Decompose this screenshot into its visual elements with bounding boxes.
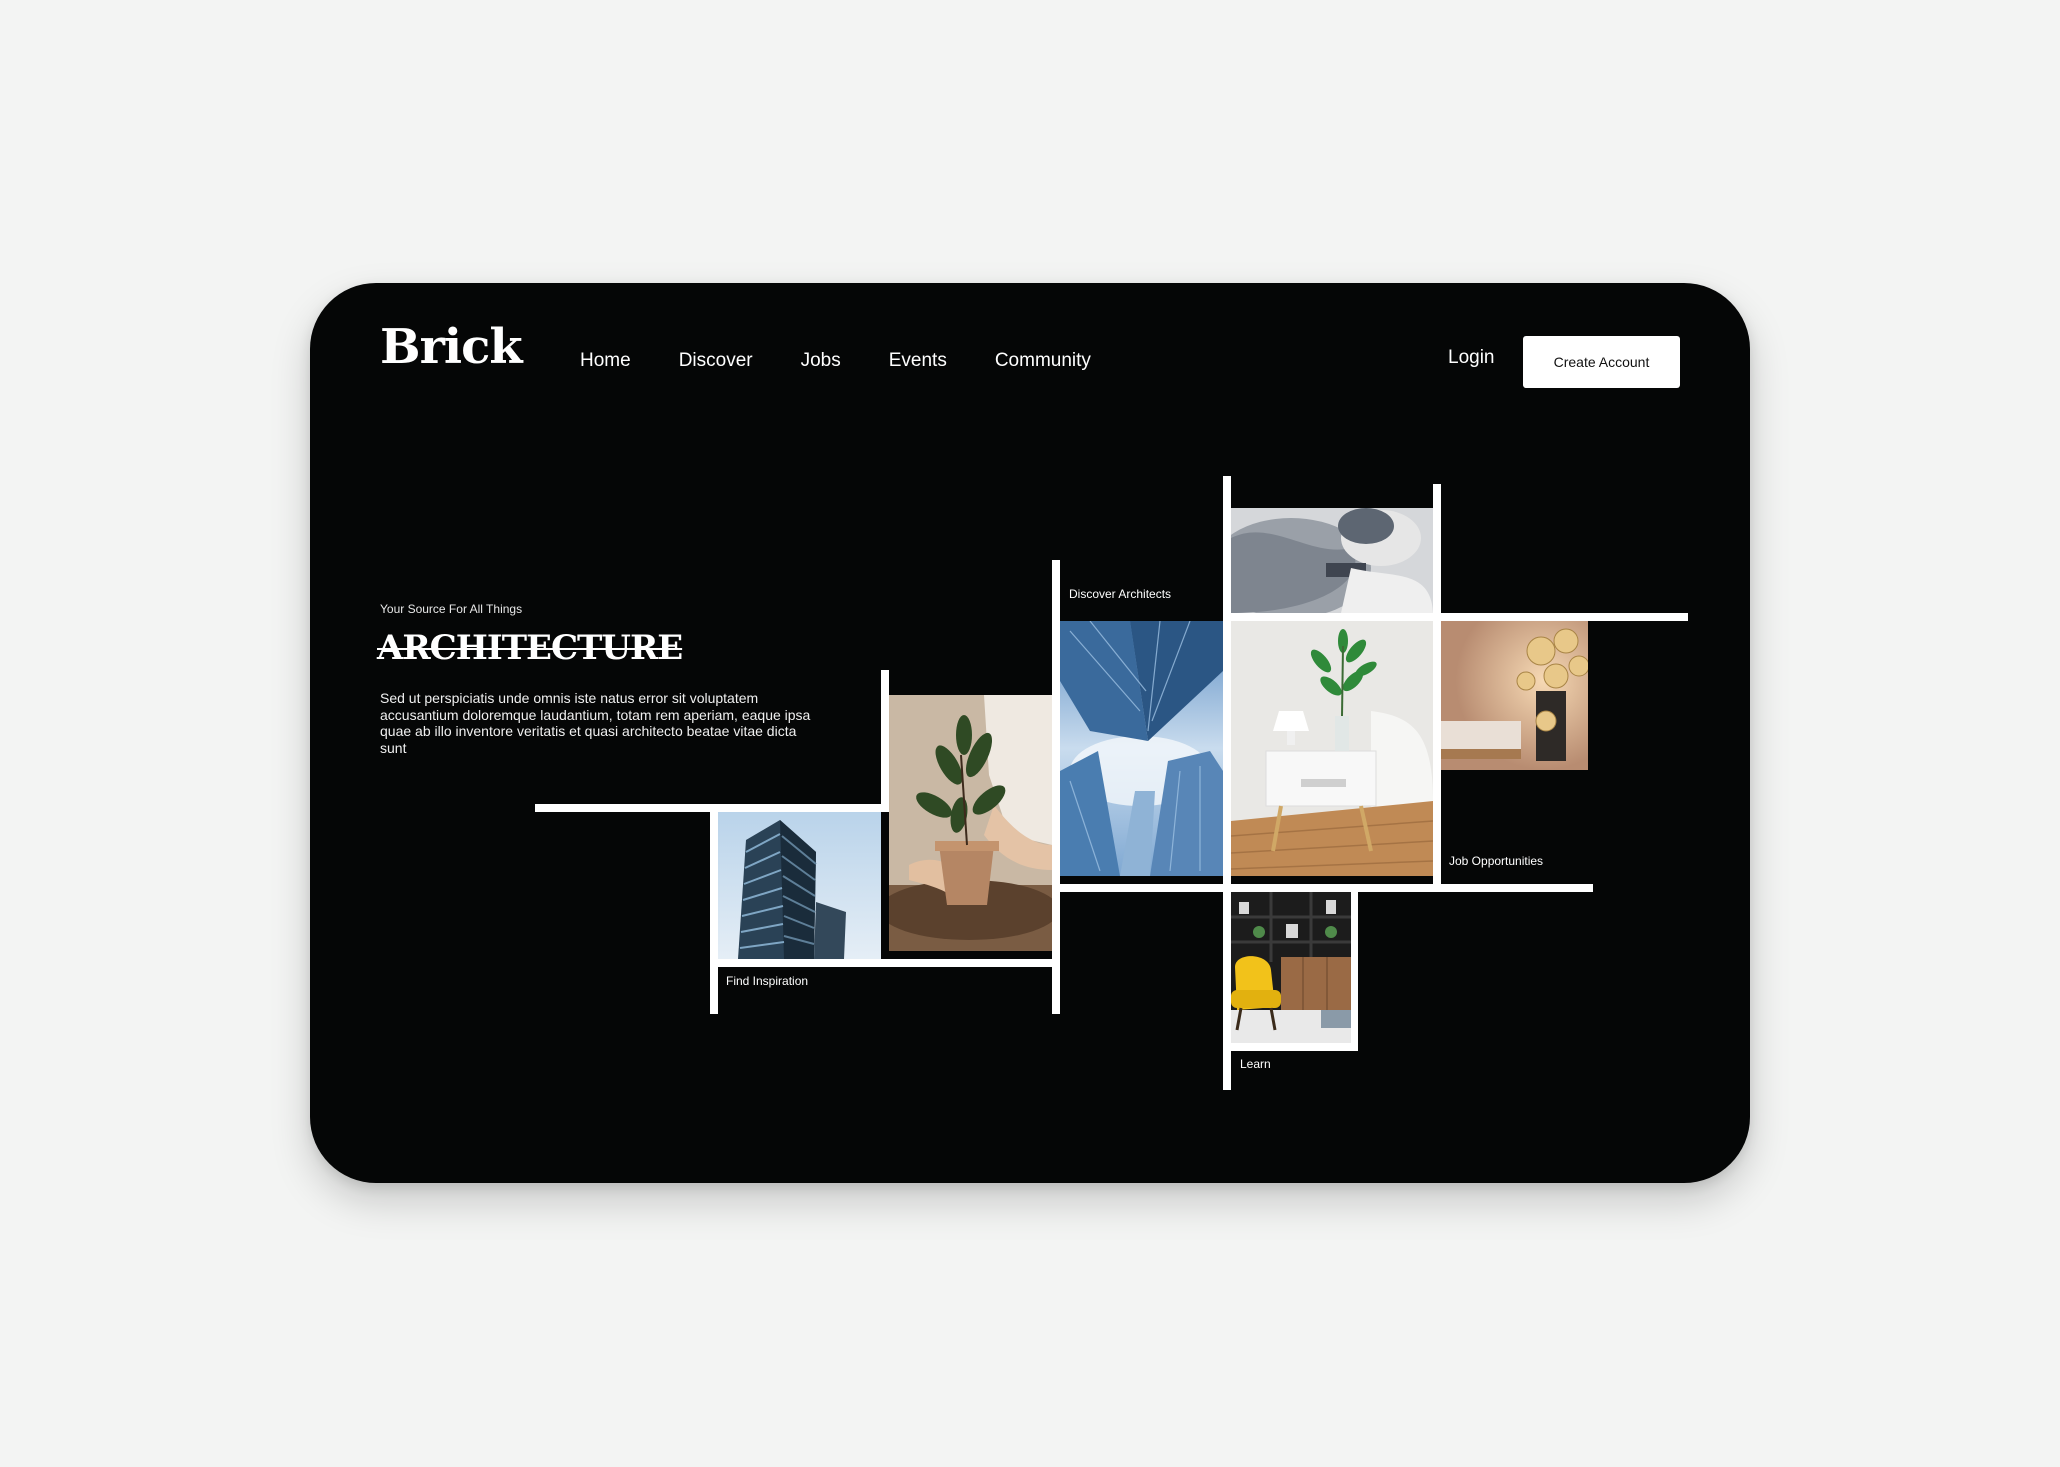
- bedding-image[interactable]: [1231, 508, 1433, 613]
- frame-bar: [1052, 560, 1060, 1014]
- hero-card: Brick Home Discover Jobs Events Communit…: [310, 283, 1750, 1183]
- frame-bar: [1433, 484, 1441, 892]
- nightstand-image[interactable]: [1231, 621, 1433, 876]
- skyscrapers-image[interactable]: [1060, 621, 1223, 876]
- nav-jobs[interactable]: Jobs: [801, 350, 841, 372]
- main-nav: Home Discover Jobs Events Community: [580, 350, 1139, 372]
- brand-logo[interactable]: Brick: [380, 323, 523, 371]
- frame-bar: [1223, 476, 1231, 1090]
- hero-title: ARCHITECTURE: [377, 628, 683, 668]
- nav-events[interactable]: Events: [889, 350, 947, 372]
- find-inspiration-link[interactable]: Find Inspiration: [726, 974, 808, 988]
- login-link[interactable]: Login: [1448, 347, 1495, 369]
- nav-discover[interactable]: Discover: [679, 350, 753, 372]
- potted-plant-image[interactable]: [889, 695, 1052, 951]
- frame-bar: [1223, 613, 1688, 621]
- frame-bar: [710, 959, 1055, 967]
- nav-community[interactable]: Community: [995, 350, 1091, 372]
- hero-description: Sed ut perspiciatis unde omnis iste natu…: [380, 690, 811, 756]
- frame-bar: [535, 804, 882, 812]
- building-facade-image[interactable]: [718, 812, 881, 959]
- create-account-button[interactable]: Create Account: [1523, 336, 1680, 388]
- learn-link[interactable]: Learn: [1240, 1057, 1271, 1071]
- nav-home[interactable]: Home: [580, 350, 631, 372]
- yellow-chair-image[interactable]: [1231, 892, 1351, 1043]
- job-opportunities-link[interactable]: Job Opportunities: [1449, 854, 1543, 868]
- frame-bar: [1351, 884, 1358, 1051]
- frame-bar: [881, 670, 889, 812]
- frame-bar: [1052, 884, 1593, 892]
- hero-eyebrow: Your Source For All Things: [380, 602, 523, 616]
- bedroom-lights-image[interactable]: [1441, 621, 1588, 770]
- discover-architects-link[interactable]: Discover Architects: [1069, 587, 1171, 601]
- frame-bar: [1223, 1043, 1358, 1051]
- frame-bar: [710, 804, 718, 1014]
